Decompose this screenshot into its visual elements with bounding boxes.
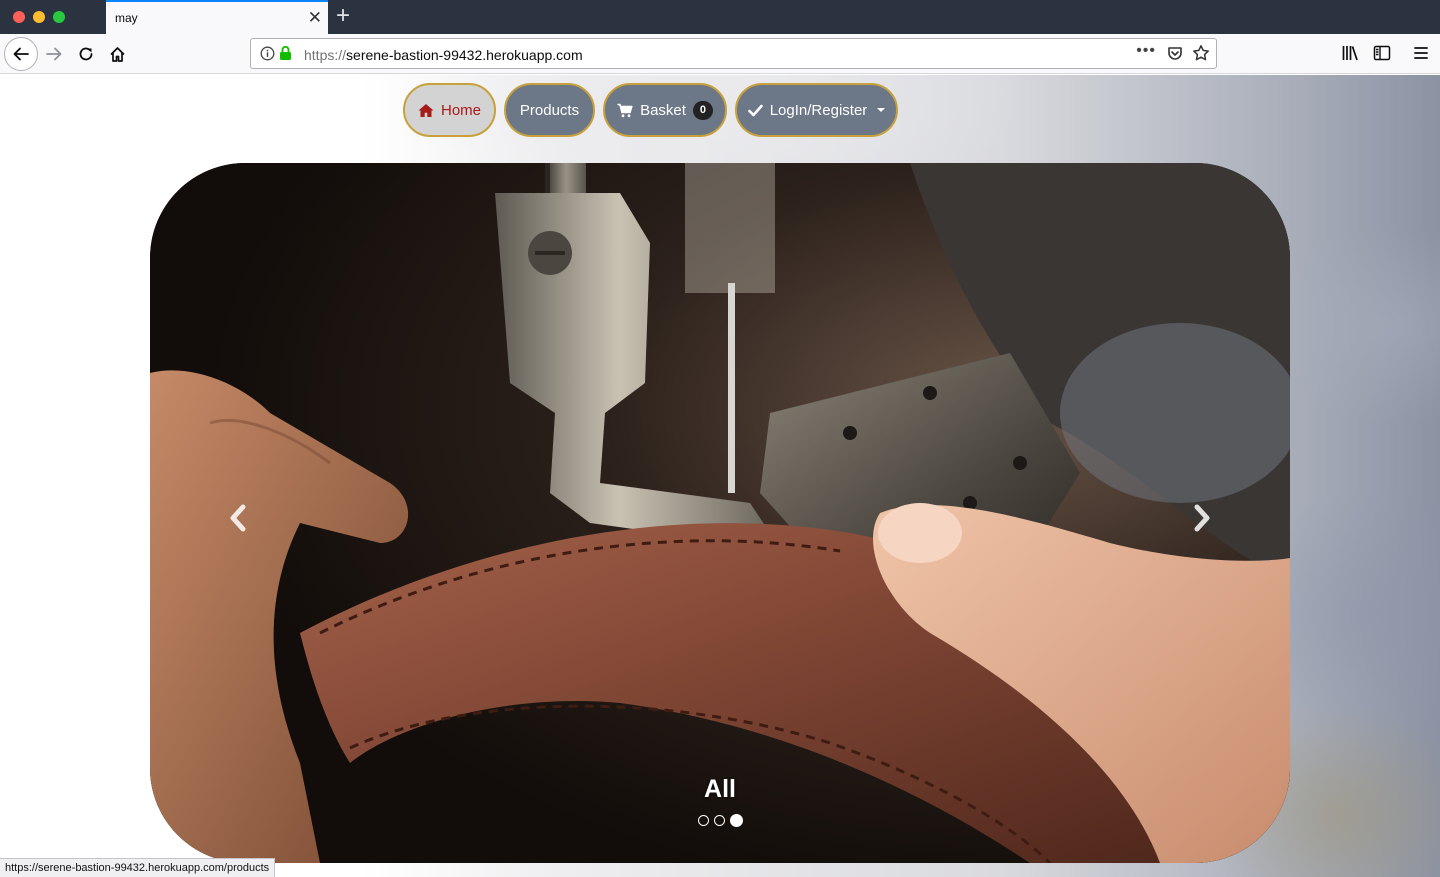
carousel-indicator-3[interactable] <box>730 814 743 827</box>
page-actions-icon[interactable]: ••• <box>1136 42 1156 60</box>
chevron-right-icon <box>1194 504 1210 532</box>
nav-basket-label: Basket <box>640 101 686 119</box>
reload-button[interactable] <box>72 40 100 68</box>
carousel-indicator-2[interactable] <box>714 815 725 826</box>
carousel-prev-button[interactable] <box>218 493 258 543</box>
back-button[interactable] <box>4 37 38 71</box>
basket-count-badge: 0 <box>692 100 713 120</box>
url-text: https://serene-bastion-99432.herokuapp.c… <box>304 47 583 63</box>
address-bar[interactable]: https://serene-bastion-99432.herokuapp.c… <box>250 38 1217 69</box>
new-tab-button[interactable]: + <box>336 3 350 29</box>
browser-tab[interactable]: may ✕ <box>106 0 328 34</box>
tab-bar: may ✕ + <box>0 0 1440 34</box>
tab-title: may <box>115 11 138 25</box>
close-window-button[interactable] <box>13 11 25 23</box>
close-icon[interactable]: ✕ <box>308 9 322 26</box>
carousel-indicator-1[interactable] <box>698 815 709 826</box>
url-scheme: https:// <box>304 47 347 63</box>
carousel-slide-image <box>150 163 1290 863</box>
chevron-left-icon <box>230 504 246 532</box>
forward-button[interactable] <box>40 40 68 68</box>
nav-basket-button[interactable]: Basket 0 <box>603 83 727 137</box>
home-icon <box>418 103 434 117</box>
page-content: Home Products Basket 0 LogIn/Register Al… <box>0 75 1440 877</box>
lock-icon <box>280 45 291 60</box>
carousel-next-button[interactable] <box>1182 493 1222 543</box>
minimize-window-button[interactable] <box>33 11 45 23</box>
info-icon[interactable] <box>260 46 275 61</box>
nav-home-label: Home <box>440 101 481 119</box>
hero-carousel[interactable]: All <box>150 163 1290 863</box>
carousel-caption: All <box>704 775 736 803</box>
arrow-right-icon <box>46 47 62 61</box>
pocket-icon[interactable] <box>1167 45 1183 61</box>
nav-login-label: LogIn/Register <box>769 101 868 119</box>
carousel-indicators <box>698 814 743 827</box>
nav-products-label: Products <box>519 101 580 119</box>
zoom-window-button[interactable] <box>53 11 65 23</box>
nav-products-button[interactable]: Products <box>504 83 595 137</box>
link-status-bar: https://serene-bastion-99432.herokuapp.c… <box>0 858 276 877</box>
url-host: serene-bastion-99432.herokuapp.com <box>346 47 583 63</box>
bookmark-star-icon[interactable] <box>1192 44 1210 62</box>
sidebar-icon[interactable] <box>1373 44 1391 62</box>
nav-login-dropdown[interactable]: LogIn/Register <box>735 83 898 137</box>
library-icon[interactable] <box>1341 44 1359 62</box>
menu-icon[interactable] <box>1412 44 1430 62</box>
checkmark-icon <box>747 104 763 116</box>
arrow-left-icon <box>13 47 29 61</box>
home-icon <box>109 46 125 62</box>
chevron-down-icon <box>877 108 886 112</box>
browser-toolbar: https://serene-bastion-99432.herokuapp.c… <box>0 34 1440 74</box>
nav-home-button[interactable]: Home <box>403 83 496 137</box>
home-button[interactable] <box>103 40 131 68</box>
reload-icon <box>79 47 93 61</box>
shopping-cart-icon <box>617 103 633 117</box>
